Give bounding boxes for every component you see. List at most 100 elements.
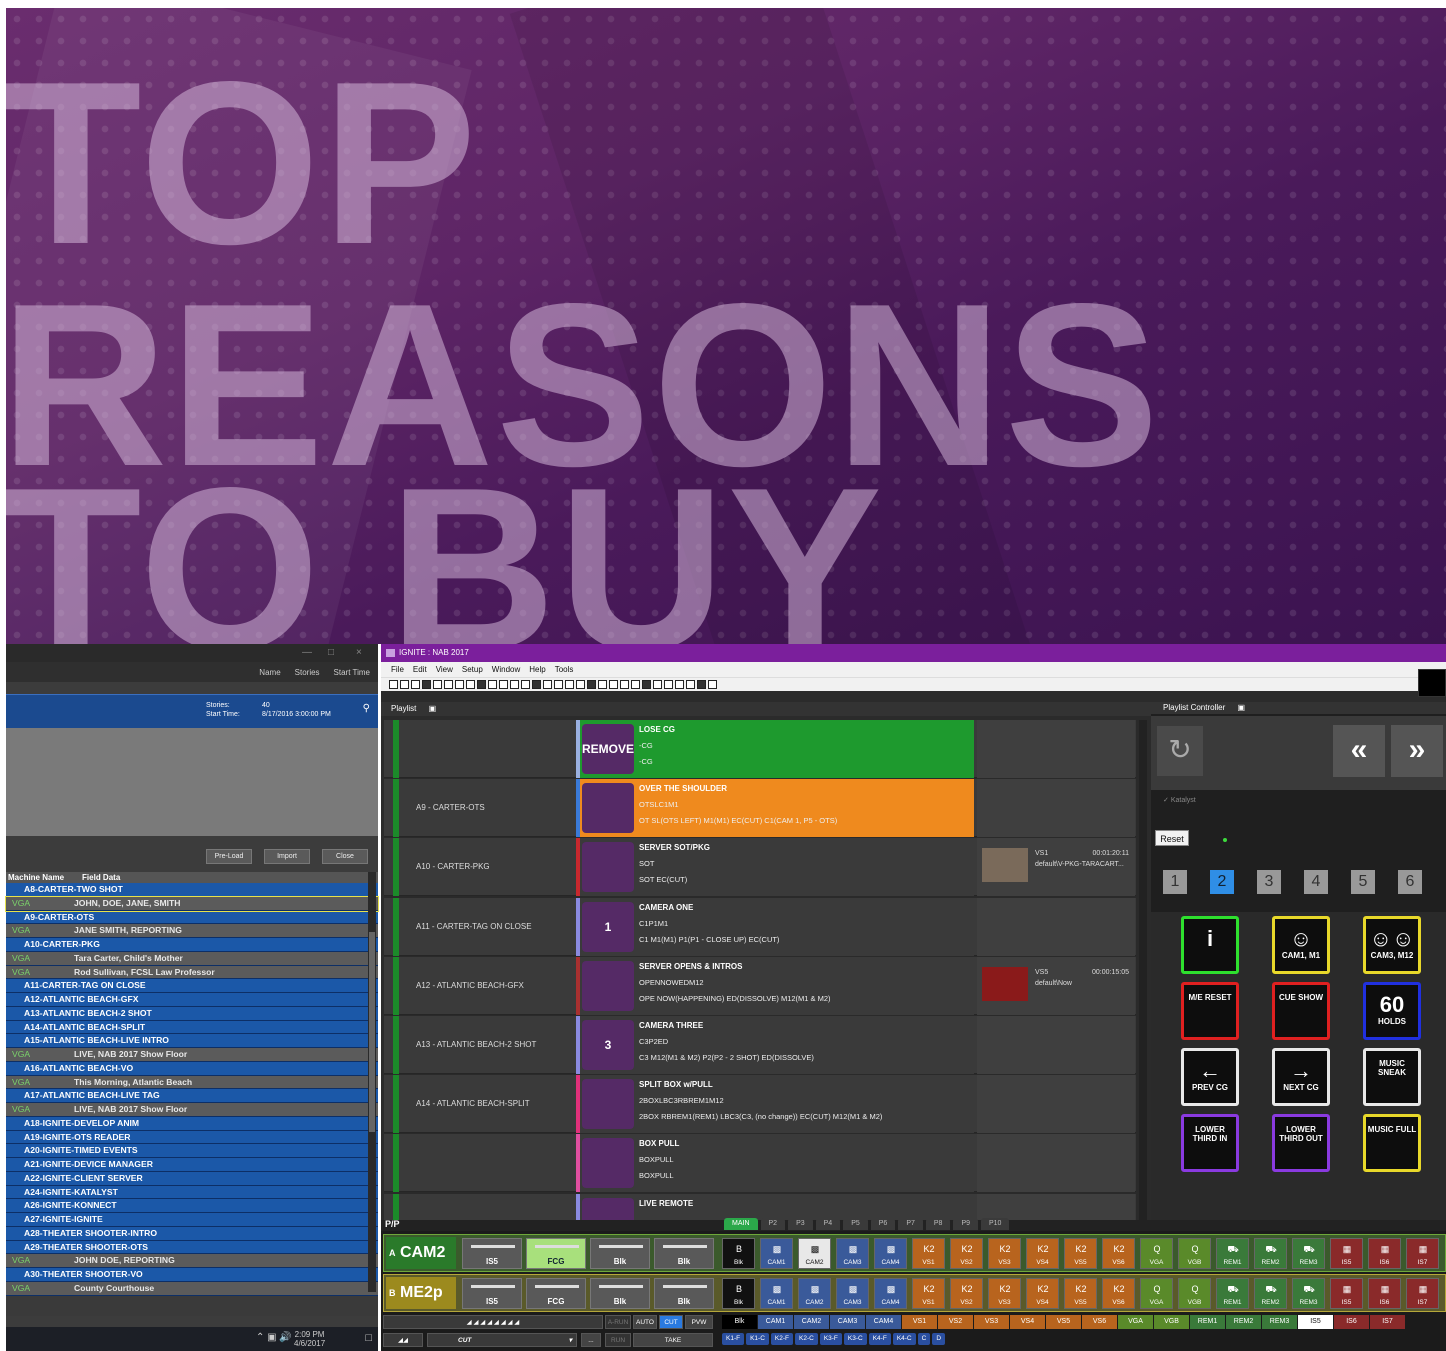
- bus-b-label[interactable]: B ME2p: [386, 1277, 456, 1309]
- source-vs2-button[interactable]: K2 VS2: [950, 1278, 983, 1309]
- menu-window[interactable]: Window: [492, 662, 520, 677]
- toolbar-icon[interactable]: [488, 680, 497, 689]
- source-is7-button[interactable]: ▦ IS7: [1406, 1278, 1439, 1309]
- story-row[interactable]: A15-ATLANTIC BEACH-LIVE INTRO: [6, 1034, 378, 1048]
- pp-tab-p2[interactable]: P2: [760, 1218, 786, 1230]
- source-cam4-button[interactable]: ▩ CAM4: [874, 1278, 907, 1309]
- media-cell[interactable]: VS5 00:00:15:05 default\Now: [977, 956, 1135, 1015]
- lower-third-in-button[interactable]: LOWER THIRD IN: [1181, 1114, 1239, 1172]
- source-vs6-button[interactable]: K2 VS6: [1102, 1238, 1135, 1269]
- menu-setup[interactable]: Setup: [462, 662, 483, 677]
- playlist-row[interactable]: A11 - CARTER-TAG ON CLOSE 1 CAMERA ONE C1P1…: [384, 897, 1136, 956]
- source-vga-button[interactable]: Q VGA: [1140, 1278, 1173, 1309]
- close-window-button[interactable]: ×: [356, 647, 362, 658]
- preload-button[interactable]: Pre-Load: [206, 849, 252, 864]
- pp-tab-p6[interactable]: P6: [870, 1218, 896, 1230]
- source-vs1-button[interactable]: K2 VS1: [912, 1278, 945, 1309]
- story-row[interactable]: A19-IGNITE-OTS READER: [6, 1130, 378, 1145]
- media-cell[interactable]: [977, 1193, 1135, 1220]
- playlist-row[interactable]: A12 - ATLANTIC BEACH-GFX SERVER OPENS & I…: [384, 956, 1136, 1015]
- person-button[interactable]: ☺ CAM1, M1: [1272, 916, 1330, 974]
- toolbar-icon[interactable]: [565, 680, 574, 689]
- toolbar-icon[interactable]: [697, 680, 706, 689]
- source-vs1-button[interactable]: K2 VS1: [912, 1238, 945, 1269]
- story-row[interactable]: A21-IGNITE-DEVICE MANAGER: [6, 1158, 378, 1172]
- refresh-icon[interactable]: ↻: [1157, 726, 1203, 776]
- toolbar-icon[interactable]: [609, 680, 618, 689]
- toolbar-icon[interactable]: [532, 680, 541, 689]
- source-is5-button[interactable]: ▦ IS5: [1330, 1238, 1363, 1269]
- page-button-5[interactable]: 5: [1351, 870, 1375, 894]
- column-start-time[interactable]: Start Time: [334, 668, 370, 682]
- column-name[interactable]: Name: [259, 668, 280, 682]
- toolbar-icon[interactable]: [477, 680, 486, 689]
- previous-button[interactable]: «: [1333, 725, 1385, 777]
- story-row[interactable]: A10-CARTER-PKG: [6, 938, 378, 952]
- page-button-4[interactable]: 4: [1304, 870, 1328, 894]
- transition-type-strip[interactable]: ◢ ◢ ◢ ◢ ◢ ◢ ◢ ◢: [383, 1315, 603, 1329]
- arun-button[interactable]: A-RUN: [605, 1315, 631, 1329]
- keyer-3-button[interactable]: Blk: [590, 1238, 650, 1269]
- source-is6-button[interactable]: ▦ IS6: [1368, 1238, 1401, 1269]
- story-row[interactable]: A29-THEATER SHOOTER-OTS: [6, 1240, 378, 1255]
- preview-source-rem3[interactable]: REM3: [1262, 1315, 1297, 1329]
- toolbar-icon[interactable]: [664, 680, 673, 689]
- playlist-row[interactable]: A10 - CARTER-PKG SERVER SOT/PKG SOT SOT EC(…: [384, 838, 1136, 897]
- media-cell[interactable]: [977, 1134, 1135, 1193]
- arrow-left-button[interactable]: ← PREV CG: [1181, 1048, 1239, 1106]
- story-row[interactable]: VGA JOHN, DOE, JANE, SMITH: [5, 895, 379, 912]
- story-row[interactable]: VGA LIVE, NAB 2017 Show Floor: [6, 1103, 378, 1117]
- source-rem1-button[interactable]: ⛟ REM1: [1216, 1238, 1249, 1269]
- preview-source-vs3[interactable]: VS3: [974, 1315, 1009, 1329]
- pp-tab-main[interactable]: MAIN: [724, 1218, 758, 1230]
- story-row[interactable]: VGA JANE SMITH, REPORTING: [6, 924, 378, 938]
- toolbar-icon[interactable]: [620, 680, 629, 689]
- story-row[interactable]: A11-CARTER-TAG ON CLOSE: [6, 979, 378, 993]
- keyer-2-button[interactable]: FCG: [526, 1238, 586, 1269]
- toolbar-icon[interactable]: [389, 680, 398, 689]
- take-button[interactable]: TAKE: [633, 1333, 713, 1347]
- minimize-button[interactable]: —: [302, 647, 312, 658]
- source-vs3-button[interactable]: K2 VS3: [988, 1238, 1021, 1269]
- pp-tab-p8[interactable]: P8: [925, 1218, 951, 1230]
- playlist-row[interactable]: A13 - ATLANTIC BEACH-2 SHOT 3 CAMERA THREE…: [384, 1016, 1136, 1074]
- toolbar-icon[interactable]: [400, 680, 409, 689]
- source-is7-button[interactable]: ▦ IS7: [1406, 1238, 1439, 1269]
- story-row[interactable]: A30-THEATER SHOOTER-VO: [6, 1268, 378, 1282]
- source-vs6-button[interactable]: K2 VS6: [1102, 1278, 1135, 1309]
- toolbar-icon[interactable]: [675, 680, 684, 689]
- toolbar-icon[interactable]: [642, 680, 651, 689]
- toolbar-icon[interactable]: [576, 680, 585, 689]
- field-data-column[interactable]: Field Data: [82, 872, 120, 883]
- preview-source-cam4[interactable]: CAM4: [866, 1315, 901, 1329]
- preview-source-vs2[interactable]: VS2: [938, 1315, 973, 1329]
- source-cam3-button[interactable]: ▩ CAM3: [836, 1278, 869, 1309]
- pp-tab-p10[interactable]: P10: [981, 1218, 1010, 1230]
- menu-edit[interactable]: Edit: [413, 662, 427, 677]
- bus-a-label[interactable]: A CAM2: [386, 1237, 456, 1269]
- media-cell[interactable]: VS1 00:01:20:11 default\V-PKG-TARACART...: [977, 838, 1135, 897]
- preview-source-vs1[interactable]: VS1: [902, 1315, 937, 1329]
- playlist-row[interactable]: A14 - ATLANTIC BEACH-SPLIT SPLIT BOX w/PU…: [384, 1075, 1136, 1134]
- pvw-button[interactable]: PVW: [685, 1315, 713, 1329]
- story-row[interactable]: A14-ATLANTIC BEACH-SPLIT: [6, 1020, 378, 1035]
- menu-help[interactable]: Help: [529, 662, 545, 677]
- transition-icons[interactable]: ◢◢: [383, 1333, 423, 1347]
- notification-icon[interactable]: □: [365, 1332, 372, 1344]
- auto-button[interactable]: AUTO: [633, 1315, 657, 1329]
- story-row[interactable]: A22-IGNITE-CLIENT SERVER: [6, 1171, 378, 1186]
- key-k3-c-button[interactable]: K3-C: [843, 1333, 867, 1345]
- toolbar-icon[interactable]: [411, 680, 420, 689]
- media-cell[interactable]: [977, 1075, 1135, 1134]
- maximize-button[interactable]: □: [328, 647, 334, 658]
- music-sneak-button[interactable]: MUSIC SNEAK: [1363, 1048, 1421, 1106]
- source-vgb-button[interactable]: Q VGB: [1178, 1238, 1211, 1269]
- preview-source-blk[interactable]: Blk: [722, 1315, 757, 1329]
- page-button-6[interactable]: 6: [1398, 870, 1422, 894]
- key-k4-f-button[interactable]: K4-F: [868, 1333, 891, 1345]
- story-row[interactable]: VGA LIVE, NAB 2017 Show Floor: [6, 1048, 378, 1062]
- controller-popout-icon[interactable]: ▣: [1237, 703, 1245, 712]
- preview-source-is6[interactable]: IS6: [1334, 1315, 1369, 1329]
- keyer-4-button[interactable]: Blk: [654, 1278, 714, 1309]
- more-button[interactable]: ...: [581, 1333, 601, 1347]
